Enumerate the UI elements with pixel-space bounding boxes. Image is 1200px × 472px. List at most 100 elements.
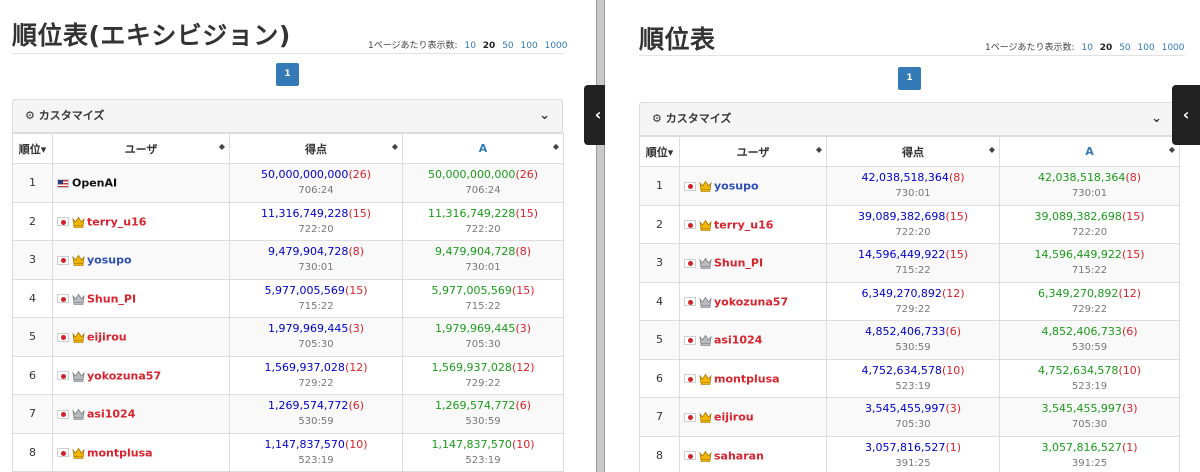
- header-user[interactable]: ユーザ ◆: [52, 133, 230, 164]
- penalty-count: (12): [344, 360, 368, 374]
- silver-crown-icon: [72, 293, 85, 305]
- user-link[interactable]: eijirou: [87, 331, 127, 344]
- total-score-cell: 3,545,455,997(3) 705:30: [826, 397, 1000, 437]
- total-score-cell: 9,479,904,728(8) 730:01: [229, 240, 403, 280]
- problem-a-cell: 14,596,449,922(15) 715:22: [999, 243, 1180, 283]
- user-link[interactable]: Shun_PI: [714, 257, 763, 270]
- user-link[interactable]: eijirou: [714, 411, 754, 424]
- user-link[interactable]: terry_u16: [87, 215, 146, 228]
- per-page-option-1000[interactable]: 1000: [545, 41, 568, 51]
- elapsed-time: 706:24: [465, 185, 501, 197]
- penalty-count: (26): [515, 168, 539, 182]
- user-link[interactable]: asi1024: [714, 334, 762, 347]
- score-value: 1,147,837,570: [264, 437, 345, 451]
- score-value: 9,479,904,728: [434, 245, 516, 259]
- elapsed-time: 530:59: [465, 416, 501, 428]
- elapsed-time: 391:25: [895, 457, 931, 469]
- page-title: 順位表(エキシビジョン): [12, 21, 291, 50]
- header-rank[interactable]: 順位▾: [639, 136, 680, 167]
- elapsed-time: 715:22: [298, 300, 334, 312]
- rank-cell: 6: [639, 358, 680, 398]
- user-link[interactable]: OpenAI: [72, 177, 117, 190]
- user-link[interactable]: yosupo: [87, 254, 132, 267]
- elapsed-time: 705:30: [465, 339, 501, 351]
- pagination-page-button[interactable]: 1: [898, 67, 921, 90]
- per-page-option-20[interactable]: 20: [1100, 43, 1113, 53]
- chevron-down-icon[interactable]: ⌄: [539, 100, 550, 132]
- elapsed-time: 705:30: [1071, 419, 1108, 431]
- score-value: 5,977,005,569: [431, 283, 512, 297]
- customize-bar[interactable]: ⚙ カスタマイズ ⌄: [639, 102, 1175, 136]
- user-link[interactable]: Shun_PI: [87, 292, 136, 305]
- user-link[interactable]: yokozuna57: [87, 369, 161, 382]
- per-page-option-50[interactable]: 50: [502, 41, 513, 51]
- page-title: 順位表: [639, 25, 716, 54]
- total-score-cell: 11,316,749,228(15) 722:20: [229, 201, 403, 241]
- score-value: 14,596,449,922: [857, 248, 946, 262]
- customize-label: カスタマイズ: [665, 112, 732, 125]
- user-link[interactable]: terry_u16: [714, 218, 773, 231]
- rank-cell: 1: [639, 166, 680, 206]
- score-value: 3,057,816,527: [1041, 440, 1122, 454]
- chevron-left-icon: ‹: [594, 105, 602, 124]
- header-problem-a[interactable]: A ◆: [999, 136, 1180, 167]
- split-divider[interactable]: [596, 0, 605, 472]
- score-value: 11,316,749,228: [260, 206, 349, 220]
- header-problem-a[interactable]: A ◆: [402, 133, 564, 164]
- user-link[interactable]: montplusa: [714, 372, 780, 385]
- per-page-option-20[interactable]: 20: [483, 41, 496, 51]
- per-page-option-100[interactable]: 100: [521, 41, 538, 51]
- penalty-count: (3): [1121, 402, 1138, 416]
- per-page-option-10[interactable]: 10: [1081, 43, 1092, 53]
- jp-flag-icon: [57, 255, 69, 265]
- gold-crown-icon: [699, 450, 712, 462]
- per-page-option-100[interactable]: 100: [1138, 43, 1155, 53]
- user-link[interactable]: asi1024: [87, 408, 135, 421]
- pagination-page-button[interactable]: 1: [276, 63, 299, 86]
- table-row: 2 terry_u16 11,316,749,228(15) 722:20 11,316…: [12, 201, 564, 241]
- jp-flag-icon: [684, 412, 696, 422]
- user-link[interactable]: montplusa: [87, 446, 153, 459]
- total-score-cell: 39,089,382,698(15) 722:20: [826, 204, 1000, 244]
- problem-a-cell: 5,977,005,569(15) 715:22: [402, 278, 564, 318]
- customize-bar[interactable]: ⚙ カスタマイズ ⌄: [12, 99, 563, 133]
- per-page-label: 1ページあたり表示数:: [368, 41, 458, 51]
- rank-cell: 8: [639, 435, 680, 472]
- collapse-sidebar-tab[interactable]: ‹: [1172, 85, 1200, 145]
- table-row: 4 yokozuna57 6,349,270,892(12) 729:22 6,349,…: [639, 281, 1180, 321]
- rank-cell: 2: [639, 204, 680, 244]
- penalty-count: (8): [948, 171, 965, 185]
- user-link[interactable]: yosupo: [714, 180, 759, 193]
- header-rank[interactable]: 順位▾: [12, 133, 53, 164]
- elapsed-time: 523:19: [298, 454, 334, 466]
- user-link[interactable]: yokozuna57: [714, 295, 788, 308]
- user-cell: yokozuna57: [52, 355, 230, 395]
- total-score-cell: 1,569,937,028(12) 729:22: [229, 355, 403, 395]
- rank-cell: 5: [639, 320, 680, 360]
- elapsed-time: 722:20: [1071, 226, 1108, 238]
- header-score[interactable]: 得点 ◆: [826, 136, 1000, 167]
- per-page-option-1000[interactable]: 1000: [1162, 43, 1185, 53]
- chevron-down-icon[interactable]: ⌄: [1151, 103, 1162, 135]
- score-value: 5,977,005,569: [264, 283, 345, 297]
- per-page-option-10[interactable]: 10: [464, 41, 475, 51]
- total-score-cell: 6,349,270,892(12) 729:22: [826, 281, 1000, 321]
- user-cell: eijirou: [679, 397, 827, 437]
- penalty-count: (10): [511, 437, 535, 451]
- elapsed-time: 729:22: [895, 303, 931, 315]
- score-value: 6,349,270,892: [861, 286, 942, 300]
- total-score-cell: 4,852,406,733(6) 530:59: [826, 320, 1000, 360]
- jp-flag-icon: [57, 217, 69, 226]
- header-score[interactable]: 得点 ◆: [229, 133, 403, 164]
- title-divider: [12, 53, 564, 54]
- score-value: 4,852,406,733: [1041, 325, 1122, 339]
- gold-crown-icon: [72, 254, 85, 266]
- problem-a-cell: 4,852,406,733(6) 530:59: [999, 320, 1180, 360]
- gear-icon: ⚙: [652, 112, 662, 125]
- per-page-option-50[interactable]: 50: [1119, 43, 1130, 53]
- table-row: 3 Shun_PI 14,596,449,922(15) 715:22 14,596,4…: [639, 243, 1180, 283]
- problem-a-cell: 50,000,000,000(26) 706:24: [402, 163, 564, 203]
- user-link[interactable]: saharan: [714, 449, 764, 462]
- rank-cell: 4: [639, 281, 680, 321]
- header-user[interactable]: ユーザ ◆: [679, 136, 827, 167]
